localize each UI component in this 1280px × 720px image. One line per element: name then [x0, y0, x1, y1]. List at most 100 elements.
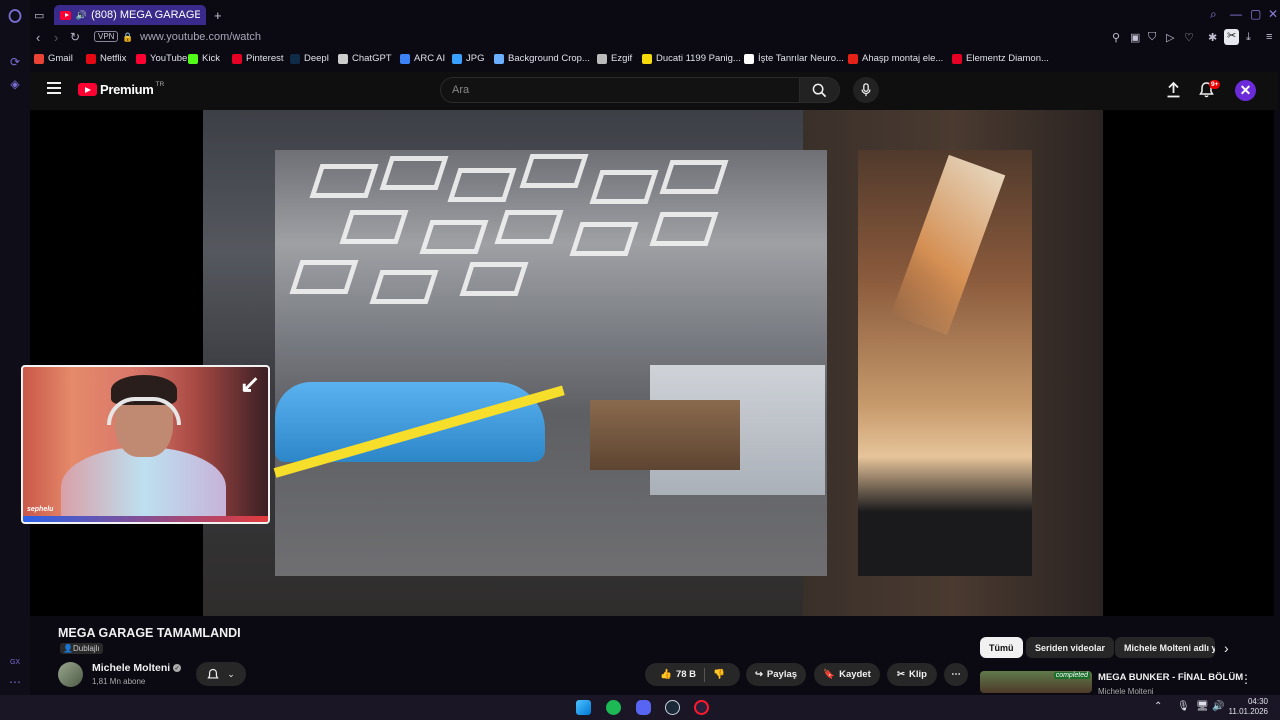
subscription-bell-button[interactable]: ⌄: [196, 662, 246, 686]
opera-gx-icon[interactable]: [694, 700, 709, 715]
share-button[interactable]: ↪ Paylaş: [746, 663, 806, 686]
download-icon[interactable]: ⤓: [1246, 31, 1251, 44]
chip-series[interactable]: Seriden videolar: [1026, 637, 1115, 658]
forward-button[interactable]: ›: [54, 30, 58, 45]
bookmark-item[interactable]: Ezgif: [597, 53, 632, 64]
dubbed-badge: 👤Dublajlı: [60, 643, 103, 654]
bookmark-item[interactable]: Pinterest: [232, 53, 284, 64]
bookmark-item[interactable]: İşte Tanrılar Neuro...: [744, 53, 844, 64]
bookmark-item[interactable]: YouTube: [136, 53, 187, 64]
more-actions-button[interactable]: ⋯: [944, 663, 968, 686]
like-count: 78 B: [675, 669, 697, 680]
bookmarks-bar: Gmail Netflix YouTube Kick Pinterest Deepl Cha…: [30, 50, 1280, 70]
search-input[interactable]: [441, 78, 799, 102]
bookmark-favicon-icon: [494, 53, 504, 64]
like-button[interactable]: 👍 78 B: [660, 669, 696, 680]
tab-active[interactable]: 🔊 (808) MEGA GARAGE T: [54, 5, 206, 25]
pin-icon[interactable]: ⚲: [1112, 31, 1120, 44]
bookmark-item[interactable]: Kick: [188, 53, 220, 64]
url-field[interactable]: www.youtube.com/watch: [140, 31, 261, 43]
dislike-button[interactable]: 👎: [713, 669, 725, 680]
steam-icon[interactable]: [665, 700, 680, 715]
tab-title: (808) MEGA GARAGE T: [91, 9, 200, 21]
bookmark-item[interactable]: Ducati 1199 Panig...: [642, 53, 741, 64]
chevron-up-icon[interactable]: ⌃: [1154, 701, 1162, 712]
video-player[interactable]: sephelu ↙: [21, 110, 1274, 616]
extensions-icon[interactable]: ✱: [1208, 31, 1217, 44]
webcam-tag: sephelu: [27, 506, 54, 513]
volume-icon[interactable]: 🔊: [1212, 701, 1224, 712]
speaker-icon: 🔊: [75, 9, 88, 20]
bookmark-label: Kick: [202, 53, 220, 64]
bookmark-item[interactable]: Deepl: [290, 53, 329, 64]
opera-logo-icon[interactable]: [7, 8, 23, 24]
youtube-premium-logo[interactable]: Premium TR: [78, 81, 164, 97]
bookmark-item[interactable]: Elementz Diamon...: [952, 53, 1049, 64]
bookmark-item[interactable]: Gmail: [34, 53, 73, 64]
save-button[interactable]: 🔖 Kaydet: [814, 663, 880, 686]
hamburger-menu-icon[interactable]: [47, 82, 61, 94]
lock-icon[interactable]: 🔒: [122, 32, 133, 43]
bookmark-item[interactable]: ChatGPT: [338, 53, 392, 64]
chip-all[interactable]: Tümü: [980, 637, 1023, 658]
microphone-tray-icon[interactable]: 🎙: [1177, 701, 1190, 712]
account-avatar[interactable]: ✕: [1235, 80, 1256, 101]
bookmark-item[interactable]: JPG: [452, 53, 484, 64]
related-video-title[interactable]: MEGA BUNKER - FİNAL BÖLÜM: [1098, 672, 1243, 683]
clock-time: 04:30: [1247, 697, 1268, 706]
search-icon: [812, 83, 827, 97]
search-button[interactable]: [800, 77, 840, 103]
chevron-right-icon[interactable]: ›: [1224, 640, 1229, 656]
gx-sidebar-icon[interactable]: GX: [7, 654, 23, 670]
share-label: Paylaş: [766, 669, 798, 680]
bookmark-item[interactable]: Background Crop...: [494, 53, 590, 64]
player-icon[interactable]: ▷: [1166, 31, 1174, 44]
chevron-down-icon: ⌄: [227, 668, 235, 679]
upload-button[interactable]: [1166, 81, 1181, 103]
bookmark-label: JPG: [466, 53, 485, 64]
windows-start-icon[interactable]: [576, 700, 591, 715]
close-button[interactable]: ✕: [1268, 7, 1278, 21]
channel-name[interactable]: Michele Molteni: [92, 662, 170, 674]
bookmark-item[interactable]: ARC AI: [400, 53, 445, 64]
clock[interactable]: 04:30 11.01.2026: [1229, 697, 1268, 717]
heart-icon[interactable]: ♡: [1184, 31, 1194, 44]
snapshot-icon[interactable]: ▣: [1130, 31, 1140, 44]
bookmark-favicon-icon: [188, 53, 198, 64]
discord-icon[interactable]: [636, 700, 651, 715]
bookmark-item[interactable]: Netflix: [86, 53, 126, 64]
search-tabs-icon[interactable]: ⌕: [1210, 7, 1217, 22]
vpn-badge[interactable]: VPN: [94, 31, 119, 42]
channel-avatar[interactable]: [58, 662, 83, 687]
voice-search-button[interactable]: [853, 77, 879, 103]
bookmark-label: Deepl: [304, 53, 329, 64]
bookmark-label: YouTube: [150, 53, 188, 64]
extension-sidebar-icon[interactable]: ◈: [7, 76, 23, 92]
related-video-thumbnail[interactable]: completed: [980, 671, 1092, 693]
menu-icon[interactable]: ≡: [1266, 31, 1272, 43]
chip-channel[interactable]: Michele Molteni adlı y: [1115, 637, 1215, 658]
bookmark-label: Elementz Diamon...: [966, 53, 1049, 64]
refresh-sidebar-icon[interactable]: ⟳: [7, 54, 23, 70]
spotify-icon[interactable]: [606, 700, 621, 715]
back-button[interactable]: ‹: [36, 30, 40, 45]
reload-button[interactable]: ↻: [70, 30, 80, 44]
bookmark-favicon-icon: [232, 53, 242, 64]
clip-button[interactable]: ✂ Klip: [887, 663, 937, 686]
network-icon[interactable]: 🖥: [1196, 701, 1209, 712]
video-frame[interactable]: [203, 110, 1103, 616]
webcam-overlay: sephelu ↙: [21, 365, 270, 524]
bookmark-icon: 🔖: [823, 669, 836, 680]
tab-list-icon[interactable]: ▭: [34, 5, 44, 25]
maximize-button[interactable]: ▢: [1250, 7, 1261, 21]
bookmark-item[interactable]: Ahaşp montaj ele...: [848, 53, 943, 64]
bookmark-label: Gmail: [48, 53, 73, 64]
more-sidebar-icon[interactable]: ⋯: [7, 674, 23, 690]
capcut-extension-icon[interactable]: ✂: [1224, 29, 1240, 45]
more-vertical-icon[interactable]: ⋮: [1240, 672, 1252, 686]
new-tab-button[interactable]: +: [214, 5, 222, 25]
bookmark-favicon-icon: [642, 53, 652, 64]
upload-icon: [1167, 81, 1180, 98]
shield-icon[interactable]: ⛉: [1148, 31, 1156, 44]
minimize-button[interactable]: —: [1230, 7, 1242, 21]
